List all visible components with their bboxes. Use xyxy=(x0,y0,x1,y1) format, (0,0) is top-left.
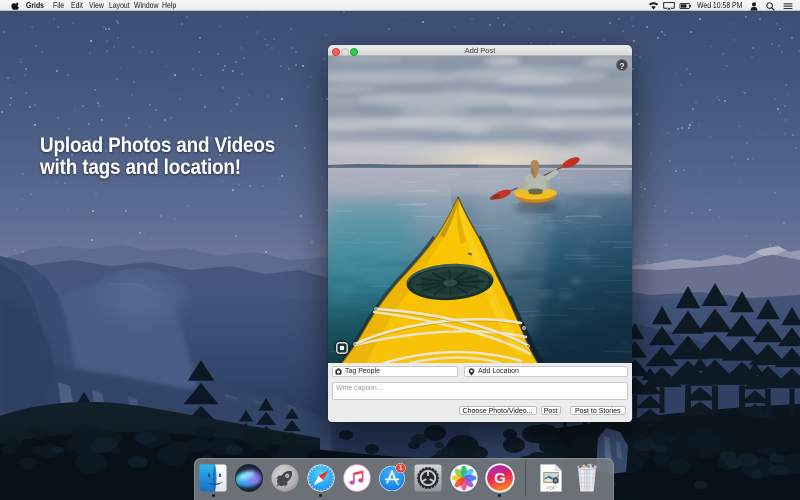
svg-text:1: 1 xyxy=(398,463,402,472)
svg-text:G: G xyxy=(494,470,506,487)
svg-text:PDF: PDF xyxy=(546,486,555,491)
